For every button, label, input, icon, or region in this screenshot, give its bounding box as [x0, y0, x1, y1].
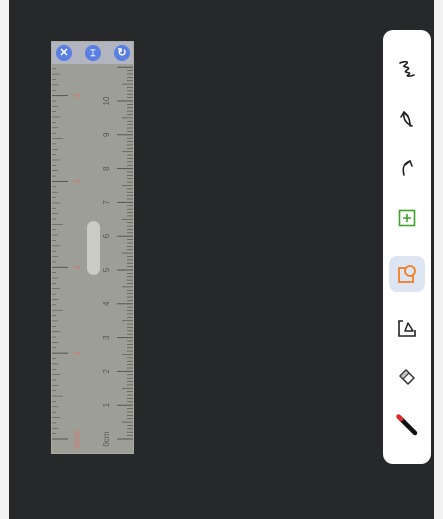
window-frame-left — [0, 0, 9, 519]
text-cursor-icon: ⌶ — [90, 48, 96, 58]
drawing-toolbar — [383, 30, 431, 464]
eraser-tool[interactable] — [389, 358, 425, 394]
window-frame-right — [434, 0, 443, 519]
ruler-mode-button[interactable]: ⌶ — [85, 45, 101, 61]
inch-label: 2 — [73, 265, 82, 270]
undo-arrow-icon — [400, 111, 413, 127]
cm-label: 9 — [102, 132, 111, 137]
scribble-icon — [399, 60, 415, 77]
cm-label: 3 — [102, 335, 111, 340]
cm-label: 2 — [102, 369, 111, 374]
eraser-icon — [399, 369, 415, 385]
plus-box-icon — [398, 209, 416, 227]
pen-tool[interactable] — [389, 406, 425, 442]
inch-label: 1 — [73, 350, 82, 355]
rotate-icon: ↻ — [117, 47, 127, 59]
cm-label: 0cm — [102, 431, 111, 446]
ruler-header: ✕ ⌶ ↻ — [52, 42, 133, 64]
ruler-close-button[interactable]: ✕ — [56, 45, 72, 61]
ruler-drag-handle[interactable] — [87, 221, 100, 275]
inch-label: 0inch — [73, 429, 82, 448]
cm-label: 8 — [102, 166, 111, 171]
add-box-button[interactable] — [389, 200, 425, 236]
cm-label: 7 — [102, 200, 111, 205]
ruler[interactable]: ✕ ⌶ ↻ 0cm 1 2 3 4 5 6 7 8 9 10 0inch 1 2 3 4 — [51, 41, 134, 454]
cm-label: 6 — [102, 233, 111, 238]
freehand-tool[interactable] — [389, 51, 425, 87]
undo-button[interactable] — [389, 101, 425, 137]
close-icon: ✕ — [59, 47, 69, 59]
ruler-rotate-button[interactable]: ↻ — [114, 45, 130, 61]
pen-icon — [396, 414, 418, 436]
lasso-icon — [398, 320, 416, 337]
inch-label: 3 — [73, 179, 82, 184]
redo-arrow-icon — [402, 160, 413, 176]
cm-label: 4 — [102, 301, 111, 306]
shape-tool[interactable] — [389, 256, 425, 292]
inch-label: 4 — [73, 93, 82, 98]
cm-label: 1 — [102, 402, 111, 407]
cm-label: 5 — [102, 267, 111, 272]
cm-label: 10 — [102, 96, 111, 105]
shape-icon — [398, 265, 416, 283]
lasso-select-tool[interactable] — [389, 310, 425, 346]
redo-button[interactable] — [389, 150, 425, 186]
